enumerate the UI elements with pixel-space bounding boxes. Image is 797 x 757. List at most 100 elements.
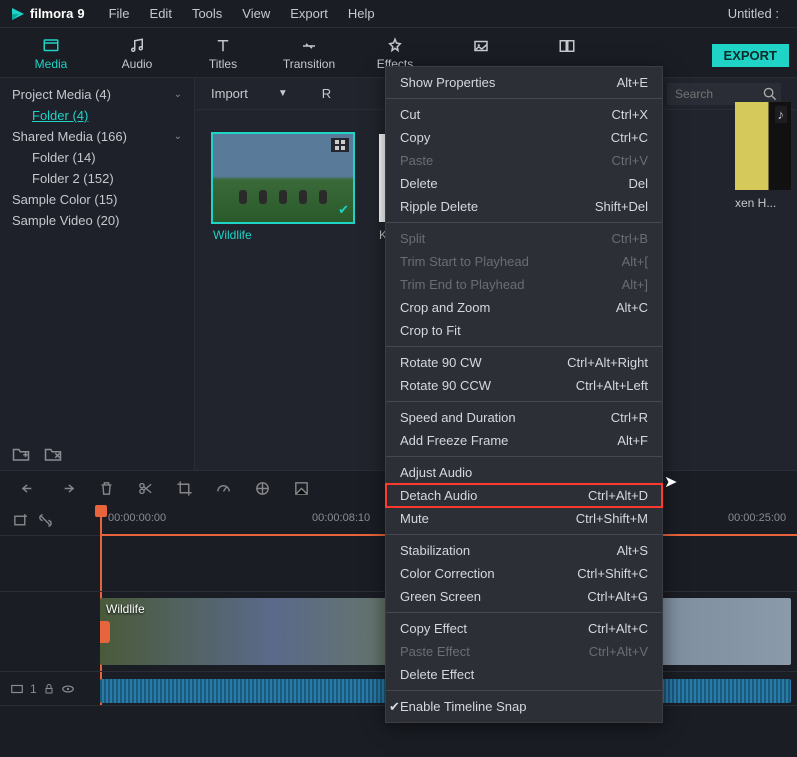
app-logo: filmora 9	[10, 6, 85, 22]
track-number: 1	[30, 682, 37, 696]
tree-item[interactable]: Sample Color (15)	[0, 189, 194, 210]
grid-icon	[331, 138, 349, 152]
filmora-logo-icon	[10, 6, 26, 22]
transition-icon	[299, 37, 319, 55]
ctx-delete-effect[interactable]: Delete Effect	[386, 663, 662, 686]
menu-separator	[386, 534, 662, 535]
project-sidebar: Project Media (4)⌄Folder (4)Shared Media…	[0, 78, 195, 470]
menubar: FileEditToolsViewExportHelp	[99, 6, 385, 21]
tab-transition[interactable]: Transition	[266, 37, 352, 77]
ctx-copy[interactable]: CopyCtrl+C	[386, 126, 662, 149]
tree-item[interactable]: Folder 2 (152)	[0, 168, 194, 189]
menu-help[interactable]: Help	[338, 6, 385, 21]
unlink-icon[interactable]	[37, 512, 54, 529]
ctx-show-properties[interactable]: Show PropertiesAlt+E	[386, 71, 662, 94]
check-icon: ✔	[338, 202, 349, 218]
tree-item[interactable]: Sample Video (20)	[0, 210, 194, 231]
audio-icon	[127, 37, 147, 55]
ctx-detach-audio[interactable]: Detach AudioCtrl+Alt+D	[386, 484, 662, 507]
tree-item[interactable]: Shared Media (166)⌄	[0, 126, 194, 147]
menu-tools[interactable]: Tools	[182, 6, 232, 21]
ctx-color-correction[interactable]: Color CorrectionCtrl+Shift+C	[386, 562, 662, 585]
ctx-speed-and-duration[interactable]: Speed and DurationCtrl+R	[386, 406, 662, 429]
menu-export[interactable]: Export	[280, 6, 338, 21]
menu-separator	[386, 346, 662, 347]
redo-icon[interactable]	[59, 480, 76, 497]
search-icon[interactable]	[763, 87, 777, 101]
import-label: Import	[211, 86, 248, 101]
ctx-enable-timeline-snap[interactable]: ✔Enable Timeline Snap	[386, 695, 662, 718]
ctx-crop-to-fit[interactable]: Crop to Fit	[386, 319, 662, 342]
green-screen-icon[interactable]	[293, 480, 310, 497]
color-icon[interactable]	[254, 480, 271, 497]
sidebar-folder-actions	[12, 446, 62, 462]
elements-icon	[471, 37, 491, 55]
splitscreen-icon	[557, 37, 577, 55]
tree-item[interactable]: Folder (4)	[0, 105, 194, 126]
record-label[interactable]: R	[322, 86, 331, 101]
thumb-wildlife[interactable]: ✔Wildlife	[213, 134, 353, 242]
filmstrip-icon	[10, 682, 24, 696]
ctx-cut[interactable]: CutCtrl+X	[386, 103, 662, 126]
cursor-icon: ➤	[664, 472, 677, 492]
audio-icon: ♪	[775, 106, 788, 123]
ctx-trim-start-to-playhead: Trim Start to PlayheadAlt+[	[386, 250, 662, 273]
speed-icon[interactable]	[215, 480, 232, 497]
split-icon[interactable]	[137, 480, 154, 497]
lock-icon[interactable]	[43, 683, 55, 695]
context-menu: Show PropertiesAlt+ECutCtrl+XCopyCtrl+CP…	[385, 66, 663, 723]
delete-folder-icon[interactable]	[44, 446, 62, 462]
chevron-down-icon: ▼	[278, 88, 288, 99]
crop-icon[interactable]	[176, 480, 193, 497]
ctx-delete[interactable]: DeleteDel	[386, 172, 662, 195]
effects-icon	[385, 37, 405, 55]
ctx-stabilization[interactable]: StabilizationAlt+S	[386, 539, 662, 562]
chevron-down-icon: ⌄	[174, 89, 182, 100]
new-folder-icon[interactable]	[12, 446, 30, 462]
ctx-paste: PasteCtrl+V	[386, 149, 662, 172]
app-name: filmora	[30, 6, 73, 21]
export-button[interactable]: EXPORT	[712, 44, 789, 67]
clip-label: Wildlife	[106, 602, 145, 616]
menu-view[interactable]: View	[232, 6, 280, 21]
menu-separator	[386, 98, 662, 99]
media-icon	[41, 37, 61, 55]
ctx-add-freeze-frame[interactable]: Add Freeze FrameAlt+F	[386, 429, 662, 452]
tree-item[interactable]: Project Media (4)⌄	[0, 84, 194, 105]
undo-icon[interactable]	[20, 480, 37, 497]
ctx-rotate-90-cw[interactable]: Rotate 90 CWCtrl+Alt+Right	[386, 351, 662, 374]
chevron-down-icon: ⌄	[174, 131, 182, 142]
tree-item[interactable]: Folder (14)	[0, 147, 194, 168]
menu-separator	[386, 690, 662, 691]
ctx-green-screen[interactable]: Green ScreenCtrl+Alt+G	[386, 585, 662, 608]
ctx-rotate-90-ccw[interactable]: Rotate 90 CCWCtrl+Alt+Left	[386, 374, 662, 397]
delete-icon[interactable]	[98, 480, 115, 497]
ctx-copy-effect[interactable]: Copy EffectCtrl+Alt+C	[386, 617, 662, 640]
menu-edit[interactable]: Edit	[140, 6, 182, 21]
titlebar: filmora 9 FileEditToolsViewExportHelp Unt…	[0, 0, 797, 28]
document-title: Untitled :	[728, 6, 787, 21]
thumb-shake[interactable]: ♪xen H...	[735, 102, 791, 210]
ruler-tick: 00:00:08:10	[312, 512, 370, 524]
app-version: 9	[77, 6, 84, 21]
ctx-ripple-delete[interactable]: Ripple DeleteShift+Del	[386, 195, 662, 218]
menu-separator	[386, 456, 662, 457]
ctx-paste-effect: Paste EffectCtrl+Alt+V	[386, 640, 662, 663]
menu-separator	[386, 612, 662, 613]
ctx-adjust-audio[interactable]: Adjust Audio	[386, 461, 662, 484]
tab-titles[interactable]: Titles	[180, 37, 266, 77]
tab-media[interactable]: Media	[8, 37, 94, 77]
ctx-mute[interactable]: MuteCtrl+Shift+M	[386, 507, 662, 530]
eye-icon[interactable]	[61, 682, 75, 696]
ctx-trim-end-to-playhead: Trim End to PlayheadAlt+]	[386, 273, 662, 296]
clip-trim-handle[interactable]	[100, 621, 110, 643]
ctx-crop-and-zoom[interactable]: Crop and ZoomAlt+C	[386, 296, 662, 319]
titles-icon	[213, 37, 233, 55]
check-icon: ✔	[389, 699, 400, 715]
ruler-tick: 00:00:25:00	[728, 512, 786, 524]
tab-audio[interactable]: Audio	[94, 37, 180, 77]
add-marker-icon[interactable]	[12, 512, 29, 529]
menu-file[interactable]: File	[99, 6, 140, 21]
ctx-split: SplitCtrl+B	[386, 227, 662, 250]
import-dropdown[interactable]: Import ▼	[211, 86, 288, 101]
